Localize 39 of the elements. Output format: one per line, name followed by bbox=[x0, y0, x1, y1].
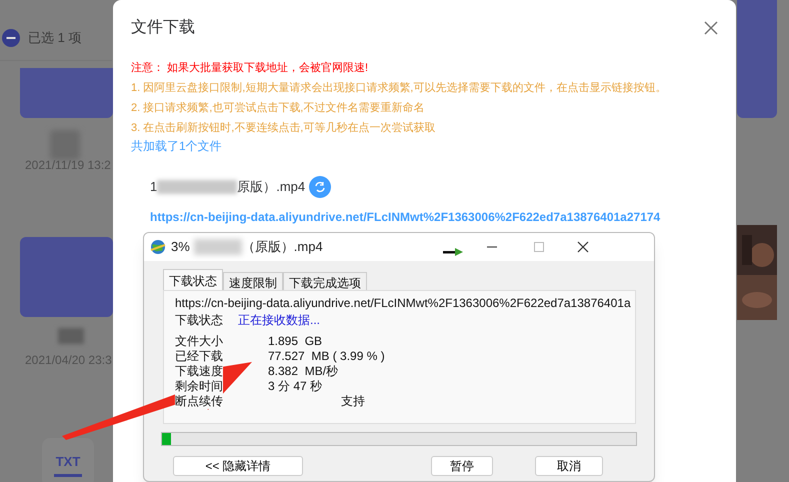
refresh-icon[interactable] bbox=[309, 176, 332, 198]
dialog-button[interactable]: << 隐藏详情 bbox=[173, 456, 303, 476]
status-label: 下载状态 bbox=[175, 313, 224, 328]
dialog-title: 文件下载 bbox=[131, 18, 195, 38]
loaded-count: 共加载了1个文件 bbox=[131, 138, 223, 154]
tip-text: 2. 接口请求频繁,也可尝试点击下载,不过文件名需要重新命名 bbox=[131, 100, 426, 116]
blur-patch bbox=[194, 239, 242, 255]
tip-text: 1. 因阿里云盘接口限制,短期大量请求会出现接口请求频繁,可以先选择需要下载的文件，在点击显示链接按钮。 bbox=[131, 80, 668, 96]
arrow-icon bbox=[442, 248, 463, 256]
window-title: （原版）.mp4 bbox=[242, 238, 323, 256]
stat-value: 77.527 MB ( 3.99 % ) bbox=[268, 349, 385, 364]
stat-label: 断点续传 bbox=[175, 394, 223, 409]
stat-label: 已经下载 bbox=[175, 349, 223, 364]
close-icon[interactable] bbox=[576, 241, 589, 253]
stat-label: 下载速度 bbox=[175, 364, 223, 379]
selection-count: 已选 1 项 bbox=[28, 29, 82, 47]
stat-value: 1.895 GB bbox=[268, 334, 322, 349]
file-type-label: TXT bbox=[56, 453, 80, 471]
status-text: 正在接收数据... bbox=[238, 313, 320, 328]
maximize-icon[interactable] bbox=[532, 241, 545, 253]
stat-label: 剩余时间 bbox=[175, 379, 223, 394]
file-name: 原版）.mp4 bbox=[237, 178, 306, 196]
tab[interactable]: 下载状态 bbox=[163, 269, 223, 290]
tip-text: 3. 在点击刷新按钮时,不要连续点击,可等几秒在点一次尝试获取 bbox=[131, 120, 436, 136]
download-url: https://cn-beijing-data.aliyundrive.net/FLcINMwt%2F1363006%2F622ed7a13876401a bbox=[175, 295, 631, 311]
globe-icon bbox=[150, 239, 166, 255]
window-title: 3% bbox=[171, 238, 190, 256]
stat-label: 文件大小 bbox=[175, 334, 223, 349]
dialog-button[interactable]: 取消 bbox=[535, 456, 603, 476]
dialog-button[interactable]: 暂停 bbox=[431, 456, 493, 476]
stat-value: 支持 bbox=[341, 394, 365, 409]
stat-value: 3 分 47 秒 bbox=[268, 379, 322, 394]
notice-text: 注意： 如果大批量获取下载地址，会被官网限速! bbox=[131, 60, 370, 76]
file-name: 1 bbox=[150, 178, 158, 196]
stat-value: 8.382 MB/秒 bbox=[268, 364, 338, 379]
tab[interactable]: 下载完成选项 bbox=[283, 272, 367, 290]
blur-patch bbox=[58, 328, 84, 344]
tab[interactable]: 速度限制 bbox=[223, 272, 283, 290]
deselect-icon[interactable] bbox=[2, 28, 20, 47]
